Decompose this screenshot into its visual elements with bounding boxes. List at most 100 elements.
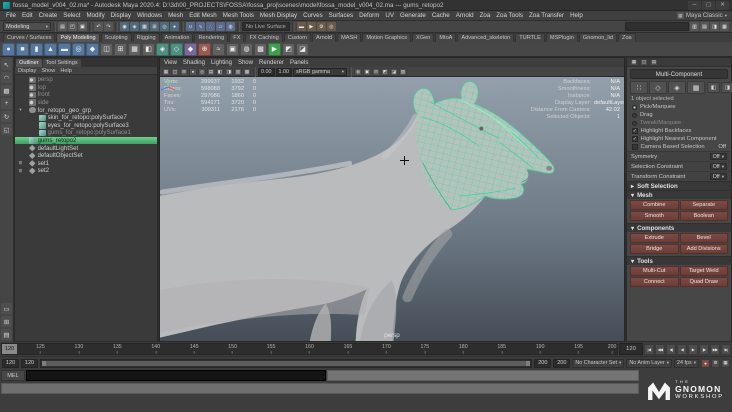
time-slider-track[interactable]: 125 130 135 140 145 150 155 160 165 170 … — [1, 343, 618, 355]
component-mode-button[interactable]: ◇ — [649, 81, 667, 94]
shelf-tab[interactable]: Custom — [283, 33, 311, 42]
mesh-action-button[interactable]: Smooth — [630, 211, 679, 221]
collapse-arrow-icon[interactable]: ▸ — [631, 183, 634, 190]
component-action-button[interactable]: Add Divisions — [679, 244, 728, 254]
modeling-tool-button[interactable]: Target Weld — [679, 266, 728, 276]
menu-item[interactable]: Windows — [134, 12, 165, 19]
outliner-item[interactable]: ⊞ set1 — [15, 160, 157, 168]
outliner-item[interactable]: gums_for_retopo:polySurface1 — [15, 129, 157, 137]
menu-item[interactable]: Help — [567, 12, 586, 19]
playback-button[interactable]: ◀| — [666, 343, 676, 355]
viewport-menu-item[interactable]: Renderer — [259, 60, 284, 66]
component-action-button[interactable]: Bridge — [630, 244, 679, 254]
modeling-tool-button[interactable]: Connect — [630, 277, 679, 287]
selection-mask-icon[interactable]: ◉ — [120, 22, 129, 31]
selection-mask-icon[interactable]: ⊞ — [150, 22, 159, 31]
menu-item[interactable]: Generate — [397, 12, 429, 19]
checkbox-icon[interactable]: ✓ — [632, 128, 638, 134]
playback-button[interactable]: ◀ — [677, 343, 687, 355]
menu-item[interactable]: Mesh — [165, 12, 186, 19]
shelf-tab[interactable]: MASH — [337, 33, 362, 42]
viewport-toolbar-icon[interactable]: ◪ — [390, 67, 398, 76]
animation-start-field[interactable]: 120 — [2, 358, 19, 368]
shelf-tab[interactable]: Rigging — [132, 33, 160, 42]
outliner-item[interactable]: skin_for_retopo:polySurface7 — [15, 114, 157, 122]
exposure-field[interactable]: 0.00 — [258, 67, 275, 76]
viewport-toolbar-icon[interactable]: ▥ — [234, 67, 242, 76]
shelf-tool-icon[interactable]: ▣ — [226, 42, 239, 56]
command-language-toggle[interactable]: MEL — [1, 370, 25, 381]
tool-icon[interactable]: + — [1, 98, 12, 109]
layout-button[interactable]: ▭ — [1, 303, 12, 314]
menu-item[interactable]: Select — [60, 12, 83, 19]
playback-end-field[interactable]: 200 — [534, 358, 552, 368]
menu-set-dropdown[interactable]: Modeling ▾ — [3, 22, 51, 31]
menu-item[interactable]: Mesh Tools — [220, 12, 257, 19]
snap-icon[interactable]: ∿ — [196, 22, 205, 31]
menu-item[interactable]: Mesh Display — [257, 12, 300, 19]
radio-icon[interactable] — [632, 104, 637, 110]
selection-mask-icon[interactable]: ◎ — [160, 22, 169, 31]
outliner-item[interactable]: side — [15, 99, 157, 107]
layout-button[interactable]: ⊞ — [1, 316, 12, 327]
shelf-tab[interactable]: Poly Modeling — [56, 33, 100, 42]
constraint-row[interactable]: Transform Constraint Off ▾ — [627, 171, 731, 181]
menu-item[interactable]: Surfaces — [326, 12, 356, 19]
undo-redo-icon[interactable]: ↶ — [94, 22, 103, 31]
close-button[interactable]: ✕ — [716, 0, 729, 10]
tool-icon[interactable]: ↖ — [1, 59, 12, 70]
sidebar-toggle-icon[interactable]: ▦ — [720, 22, 729, 31]
tools-section-header[interactable]: ▾ Tools — [627, 256, 731, 265]
outliner-item[interactable]: eyes_for_retopo:polySurface3 — [15, 122, 157, 130]
outliner-item[interactable]: ⊞ set2 — [15, 167, 157, 175]
character-set-dropdown[interactable]: No Character Set ▾ — [572, 358, 625, 368]
expand-arrow-icon[interactable]: ⊞ — [17, 168, 24, 174]
components-section-header[interactable]: ▾ Components — [627, 223, 731, 232]
shelf-tab[interactable]: XGen — [412, 33, 435, 42]
live-surface-field[interactable]: No Live Surface — [242, 22, 290, 31]
current-frame-field[interactable]: 120 — [619, 343, 643, 355]
component-mode-extra-button[interactable]: ◨ — [721, 82, 732, 93]
outliner-menu-item[interactable]: Display — [18, 68, 36, 74]
viewport-toolbar-icon[interactable]: ● — [189, 67, 197, 76]
shelf-tab[interactable]: Animation — [160, 33, 194, 42]
menu-item[interactable]: Cache — [429, 12, 453, 19]
menu-item[interactable]: Edit — [19, 12, 36, 19]
component-action-button[interactable]: Extrude — [630, 233, 679, 243]
collapse-arrow-icon[interactable]: ▾ — [631, 192, 634, 199]
viewport-toolbar-icon[interactable]: ▦ — [162, 67, 170, 76]
select-by-name-input[interactable] — [625, 22, 689, 31]
render-icon[interactable]: ▬ — [296, 22, 306, 31]
tool-icon[interactable]: ◱ — [1, 124, 12, 135]
command-input[interactable] — [26, 370, 326, 381]
viewport-toolbar-icon[interactable]: ◎ — [198, 67, 206, 76]
file-action-icon[interactable]: ▤ — [58, 22, 67, 31]
menu-item[interactable]: Curves — [300, 12, 326, 19]
fps-dropdown[interactable]: 24 fps ▾ — [674, 358, 699, 368]
viewport-menu-item[interactable]: Shading — [183, 60, 205, 66]
menu-item[interactable]: Edit Mesh — [186, 12, 220, 19]
shelf-tab[interactable]: TURTLE — [515, 33, 545, 42]
shelf-tool-icon[interactable]: ◎ — [72, 42, 85, 56]
toolkit-header-tab-icon[interactable]: ▦ — [630, 58, 638, 66]
shelf-tool-icon[interactable]: ◪ — [296, 42, 309, 56]
shelf-tool-icon[interactable]: ■ — [16, 42, 29, 56]
menu-item[interactable]: Display — [108, 12, 134, 19]
selection-style-option[interactable]: Tweak/Marquee — [627, 119, 731, 127]
constraint-dropdown[interactable]: Off ▾ — [709, 162, 727, 171]
playback-button[interactable]: ▶ — [688, 343, 698, 355]
animation-pref-icon[interactable]: ▦ — [721, 358, 730, 368]
command-result-area[interactable] — [327, 370, 639, 381]
playback-button[interactable]: |▶ — [699, 343, 709, 355]
range-handle-left[interactable] — [42, 360, 46, 366]
shelf-tool-icon[interactable]: ▮ — [30, 42, 43, 56]
viewport-toolbar-icon[interactable]: ▤ — [207, 67, 215, 76]
shelf-tool-icon[interactable]: ◍ — [240, 42, 253, 56]
outliner-item[interactable]: front — [15, 91, 157, 99]
gamma-field[interactable]: 1.00 — [275, 67, 292, 76]
toolkit-header-tab-icon[interactable]: ◫ — [640, 58, 648, 66]
mesh-action-button[interactable]: Separate — [679, 200, 728, 210]
playback-start-field[interactable]: 120 — [21, 358, 38, 368]
outliner-menu-item[interactable]: Help — [60, 68, 72, 74]
playhead[interactable]: 120 — [2, 344, 17, 354]
